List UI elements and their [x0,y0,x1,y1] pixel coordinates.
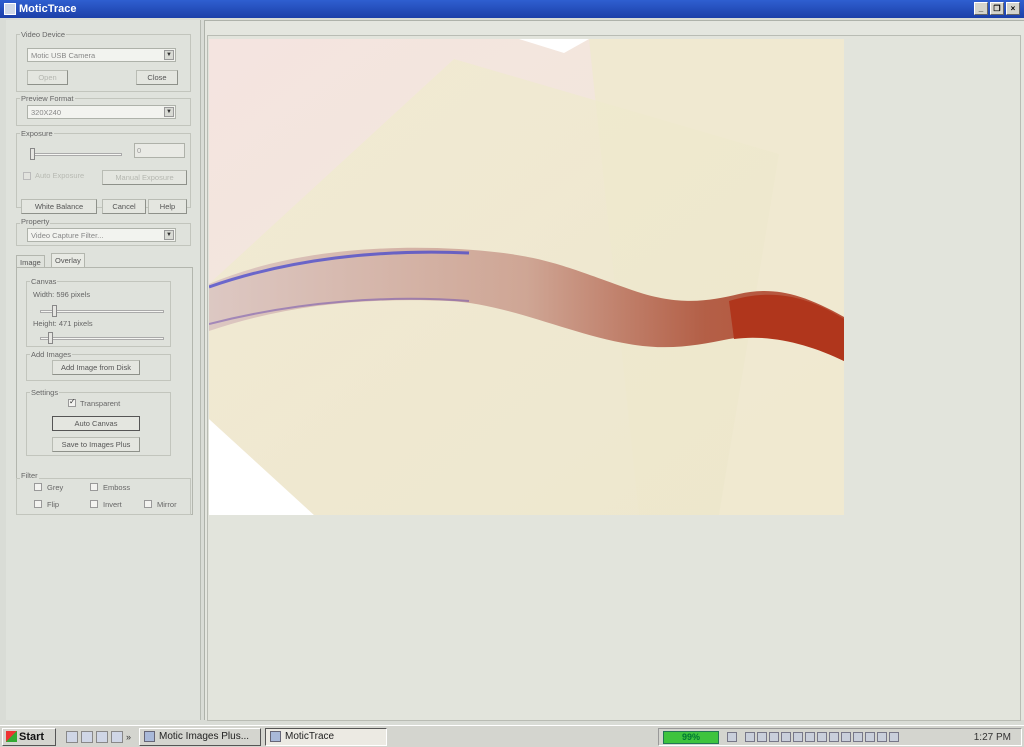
system-tray: 99% 1:27 PM [658,728,1022,746]
tray-icon[interactable] [769,732,779,742]
property-value: Video Capture Filter... [31,231,104,240]
captured-image[interactable] [209,39,844,515]
manual-exposure-button[interactable]: Manual Exposure [102,170,187,185]
task-motic-images-plus[interactable]: Motic Images Plus... [139,727,262,746]
chevron-down-icon: ▼ [164,50,174,60]
add-image-from-disk-button[interactable]: Add Image from Disk [52,360,140,375]
flip-label: Flip [47,500,60,509]
grey-checkbox[interactable] [34,483,42,491]
taskbar: Start » Motic Images Plus... MoticTrace … [0,725,1024,747]
show-desktop-icon[interactable] [66,730,78,743]
canvas-height-label: Height: 471 pixels [33,319,93,328]
motictrace-icon [270,731,282,742]
invert-checkbox[interactable] [90,500,98,508]
preview-format-label: Preview Format [20,94,75,103]
flip-checkbox[interactable] [34,500,42,508]
settings-label: Settings [30,388,60,397]
exposure-slider-thumb[interactable] [30,148,35,160]
restore-button[interactable]: ❐ [990,2,1004,15]
tray-icon[interactable] [781,732,791,742]
tray-icon[interactable] [829,732,839,742]
tray-icon[interactable] [727,732,737,742]
transparent-checkbox[interactable] [68,397,76,407]
tray-icon[interactable] [841,732,851,742]
preview-format-value: 320X240 [31,108,62,117]
transparent-label: Transparent [80,399,121,408]
close-window-button[interactable]: × [1006,2,1020,15]
tray-icon[interactable] [793,732,803,742]
white-balance-button[interactable]: White Balance [21,199,97,214]
zoom-indicator[interactable]: 99% [663,730,719,744]
filter-label: Filter [20,471,39,480]
task-label: Motic Images Plus... [159,731,250,742]
property-select[interactable]: Video Capture Filter... ▼ [27,228,176,242]
canvas-width-slider[interactable] [40,305,164,317]
save-to-images-plus-button[interactable]: Save to Images Plus [52,437,140,452]
preview-format-select[interactable]: 320X240 ▼ [27,105,176,119]
windows-logo-icon [6,731,17,742]
emboss-checkbox[interactable] [90,483,98,491]
tray-icon[interactable] [817,732,827,742]
help-button[interactable]: Help [148,199,187,214]
task-motictrace[interactable]: MoticTrace [265,727,388,746]
control-panel: Video Device Motic USB Camera ▼ Open Clo… [6,20,201,720]
exposure-value-field[interactable]: 0 [134,143,185,158]
start-button[interactable]: Start [2,727,56,746]
clock: 1:27 PM [973,732,1011,743]
tab-overlay[interactable]: Overlay [51,253,85,267]
task-label: MoticTrace [285,731,335,742]
emboss-label: Emboss [103,483,131,492]
canvas-height-slider[interactable] [40,332,164,344]
motic-images-icon [144,731,156,742]
video-device-select[interactable]: Motic USB Camera ▼ [27,48,176,62]
video-device-label: Video Device [20,30,67,39]
minimize-button[interactable]: _ [974,2,988,15]
title-bar: MoticTrace _ ❐ × [0,0,1024,18]
tray-icon[interactable] [865,732,875,742]
tray-icon[interactable] [745,732,755,742]
auto-exposure-checkbox[interactable] [23,172,31,180]
tray-icon[interactable] [805,732,815,742]
exposure-slider[interactable] [30,148,122,160]
app-shortcut-icon[interactable] [111,730,123,743]
open-button[interactable]: Open [27,70,68,85]
canvas-height-slider-thumb[interactable] [48,332,53,344]
grey-label: Grey [47,483,64,492]
mirror-label: Mirror [157,500,177,509]
canvas-width-slider-thumb[interactable] [52,305,57,317]
auto-exposure-label: Auto Exposure [35,171,85,180]
cancel-button[interactable]: Cancel [102,199,146,214]
tray-icon[interactable] [889,732,899,742]
canvas-label: Canvas [30,277,58,286]
start-label: Start [19,730,45,743]
window-title: MoticTrace [19,3,77,15]
auto-canvas-button[interactable]: Auto Canvas [52,416,140,431]
add-images-label: Add Images [30,350,73,359]
browser-icon[interactable] [81,730,93,743]
close-device-button[interactable]: Close [136,70,178,85]
mirror-checkbox[interactable] [144,500,152,508]
exposure-label: Exposure [20,129,54,138]
chevron-down-icon: ▼ [164,107,174,117]
media-icon[interactable] [96,730,108,743]
invert-label: Invert [103,500,122,509]
window-controls: _ ❐ × [974,2,1020,15]
tray-icon[interactable] [757,732,767,742]
property-label: Property [20,217,51,226]
tray-icon[interactable] [877,732,887,742]
tray-icon[interactable] [853,732,863,742]
canvas-width-label: Width: 596 pixels [33,290,91,299]
app-icon [4,3,16,15]
more-shortcuts-chevron[interactable]: » [126,732,131,742]
video-device-value: Motic USB Camera [31,51,96,60]
chevron-down-icon: ▼ [164,230,174,240]
